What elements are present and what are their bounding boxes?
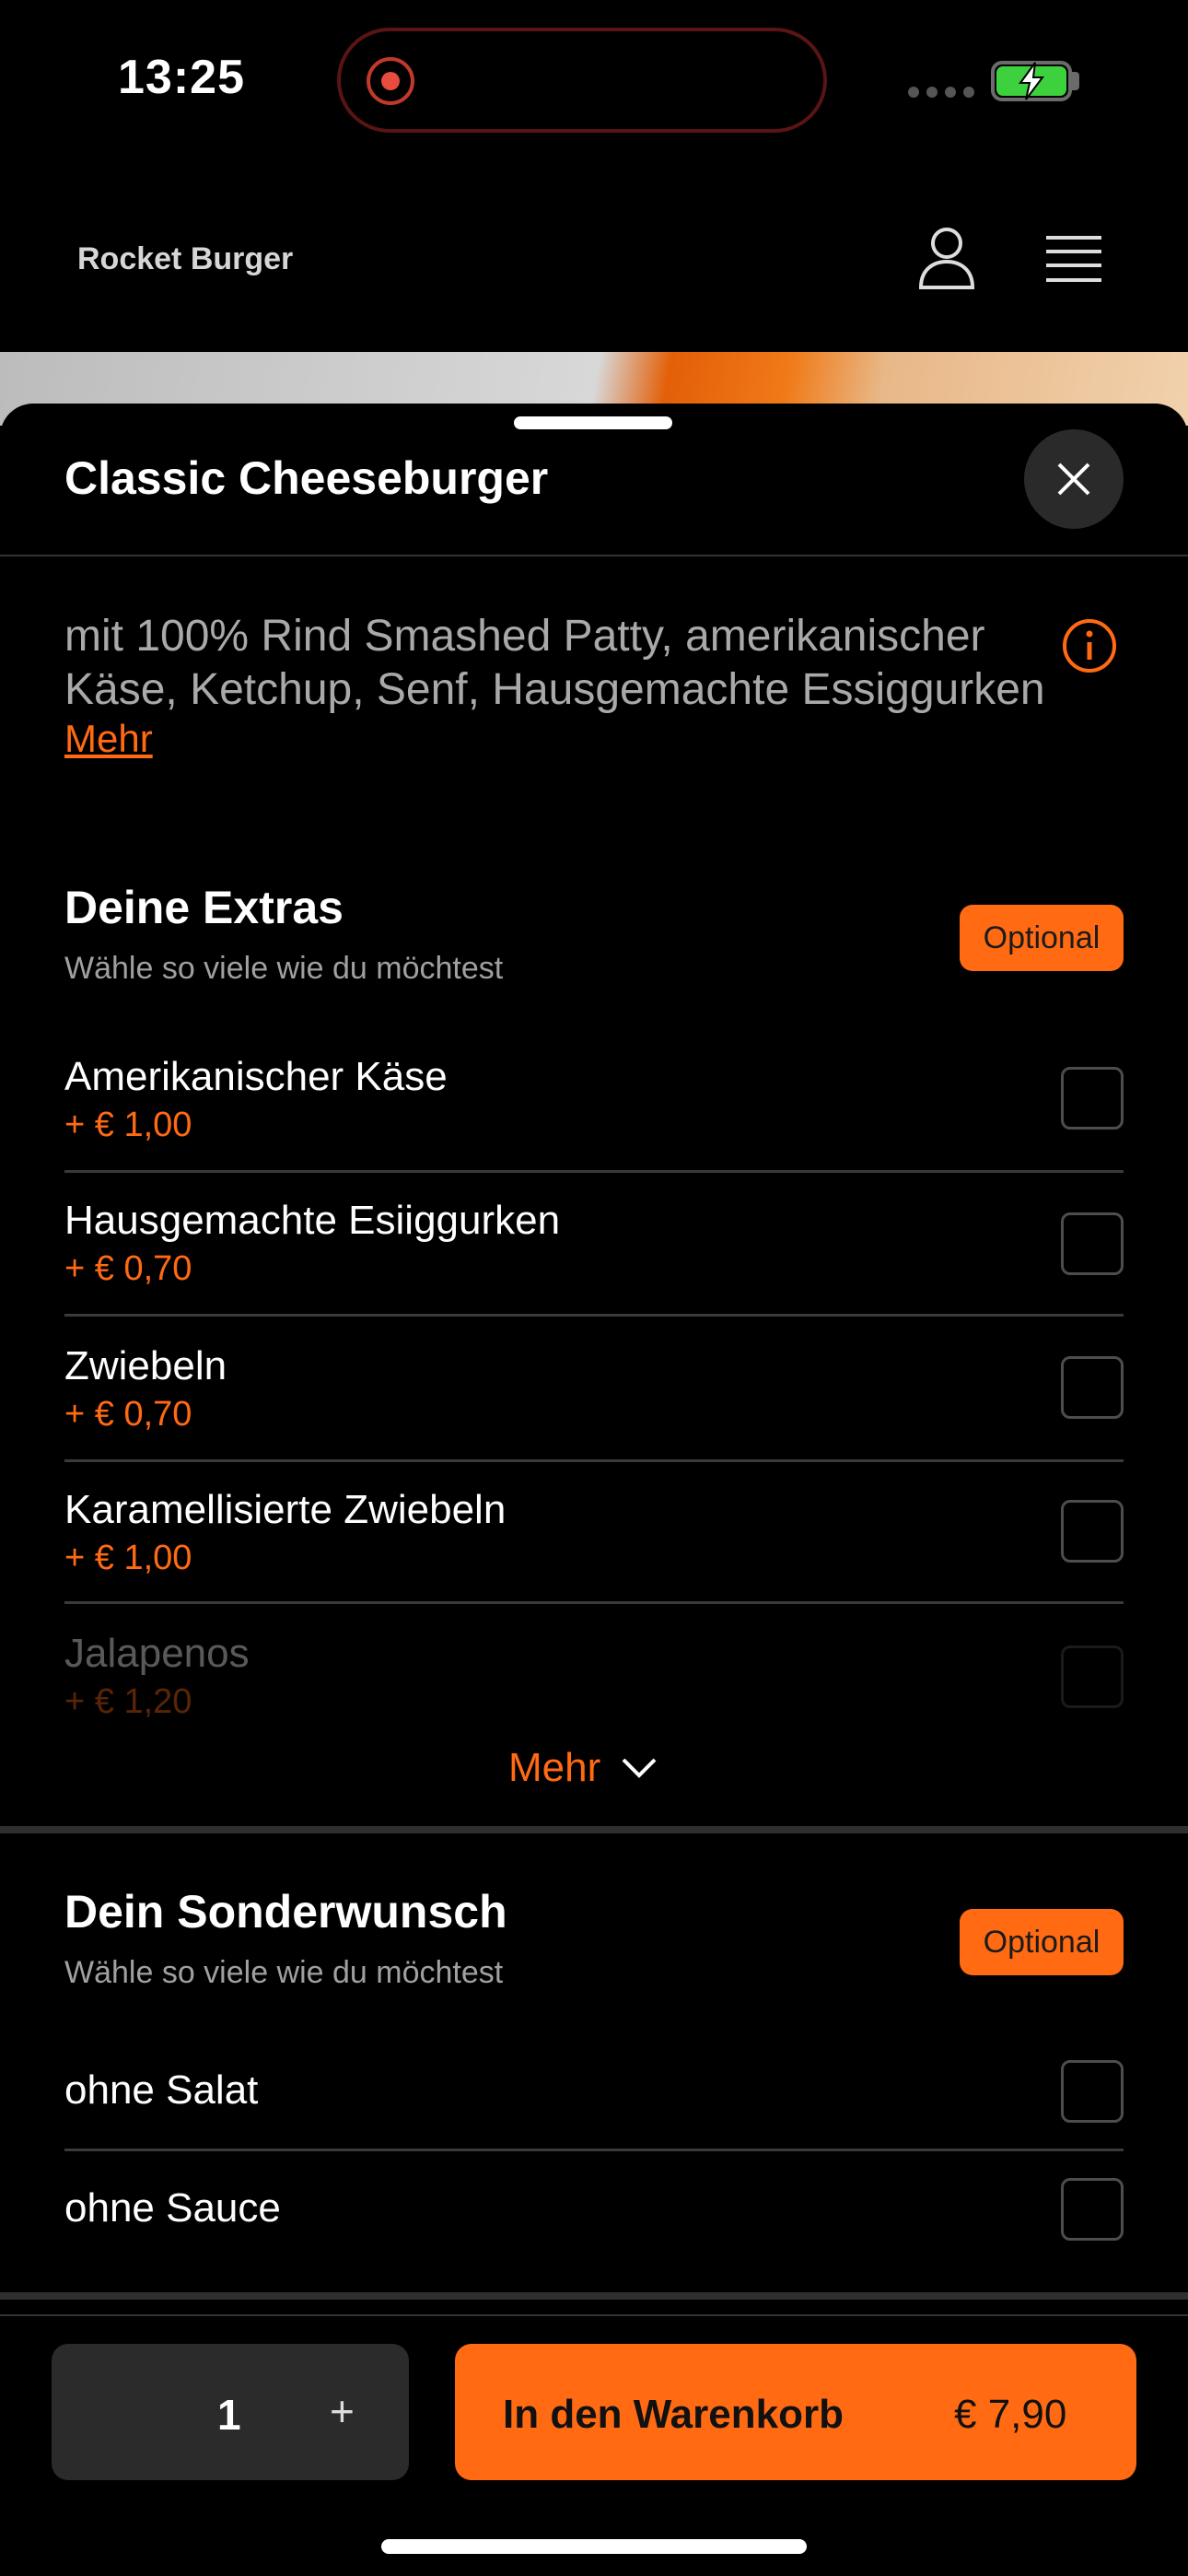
home-indicator[interactable] xyxy=(381,2539,807,2554)
extra-item-name[interactable]: Hausgemachte Esiiggurken xyxy=(64,1198,560,1244)
status-time: 13:25 xyxy=(118,51,245,104)
charging-icon xyxy=(1019,62,1044,100)
quantity-value: 1 xyxy=(217,2391,241,2439)
menu-icon[interactable] xyxy=(1044,234,1103,284)
special-subtitle: Wähle so viele wie du möchtest xyxy=(64,1955,504,1990)
extra-item-checkbox[interactable] xyxy=(1061,1067,1124,1130)
extra-item-price: + € 1,20 xyxy=(64,1682,192,1721)
row-separator xyxy=(64,1314,1124,1317)
quantity-plus-button[interactable]: + xyxy=(330,2386,355,2436)
extras-more-button[interactable]: Mehr xyxy=(508,1745,658,1791)
chevron-down-icon xyxy=(622,1758,657,1778)
section-divider xyxy=(0,2292,1188,2300)
description-line: mit 100% Rind Smashed Patty, amerikanisc… xyxy=(64,612,985,661)
extra-item-name[interactable]: Amerikanischer Käse xyxy=(64,1054,448,1100)
battery-cap xyxy=(1072,72,1079,90)
special-item-checkbox[interactable] xyxy=(1061,2178,1124,2241)
extra-item-price: + € 0,70 xyxy=(64,1249,192,1288)
row-separator xyxy=(64,1459,1124,1462)
optional-badge: Optional xyxy=(960,905,1124,971)
extra-item-price: + € 1,00 xyxy=(64,1106,192,1144)
extras-more-label: Mehr xyxy=(508,1745,601,1790)
row-separator xyxy=(64,2149,1124,2151)
section-divider xyxy=(0,1826,1188,1833)
extras-title: Deine Extras xyxy=(64,882,344,933)
signal-icon xyxy=(908,87,974,98)
add-to-cart-label[interactable]: In den Warenkorb xyxy=(503,2392,844,2438)
close-icon xyxy=(1057,463,1090,496)
special-title: Dein Sonderwunsch xyxy=(64,1886,507,1938)
extra-item-name[interactable]: Zwiebeln xyxy=(64,1343,227,1389)
special-item-name[interactable]: ohne Sauce xyxy=(64,2185,281,2231)
extra-item-price: + € 0,70 xyxy=(64,1395,192,1434)
product-description: mit 100% Rind Smashed Patty, amerikanisc… xyxy=(64,610,1059,717)
extras-subtitle: Wähle so viele wie du möchtest xyxy=(64,951,504,986)
special-item-name[interactable]: ohne Salat xyxy=(64,2067,258,2113)
row-separator xyxy=(64,1601,1124,1604)
extra-item-checkbox[interactable] xyxy=(1061,1645,1124,1708)
extra-item-name[interactable]: Karamellisierte Zwiebeln xyxy=(64,1487,506,1533)
extra-item-checkbox[interactable] xyxy=(1061,1356,1124,1419)
description-more-link[interactable]: Mehr xyxy=(64,717,153,761)
extra-item-price: + € 1,00 xyxy=(64,1539,192,1577)
optional-badge: Optional xyxy=(960,1909,1124,1975)
description-line: Käse, Ketchup, Senf, Hausgemachte Essigg… xyxy=(64,665,1045,714)
brand-name[interactable]: Rocket Burger xyxy=(77,241,293,277)
close-button[interactable] xyxy=(1024,429,1124,529)
extra-item-checkbox[interactable] xyxy=(1061,1500,1124,1563)
user-icon[interactable] xyxy=(917,225,976,291)
info-icon[interactable] xyxy=(1061,617,1118,674)
special-item-checkbox[interactable] xyxy=(1061,2060,1124,2123)
cart-price[interactable]: € 7,90 xyxy=(954,2392,1066,2438)
extra-item-name[interactable]: Jalapenos xyxy=(64,1631,250,1677)
sheet-handle[interactable] xyxy=(514,416,672,429)
recording-icon xyxy=(367,57,414,105)
product-title: Classic Cheeseburger xyxy=(64,452,549,504)
footer-divider xyxy=(0,2314,1188,2316)
row-separator xyxy=(64,1170,1124,1173)
extra-item-checkbox[interactable] xyxy=(1061,1212,1124,1275)
divider xyxy=(0,555,1188,556)
